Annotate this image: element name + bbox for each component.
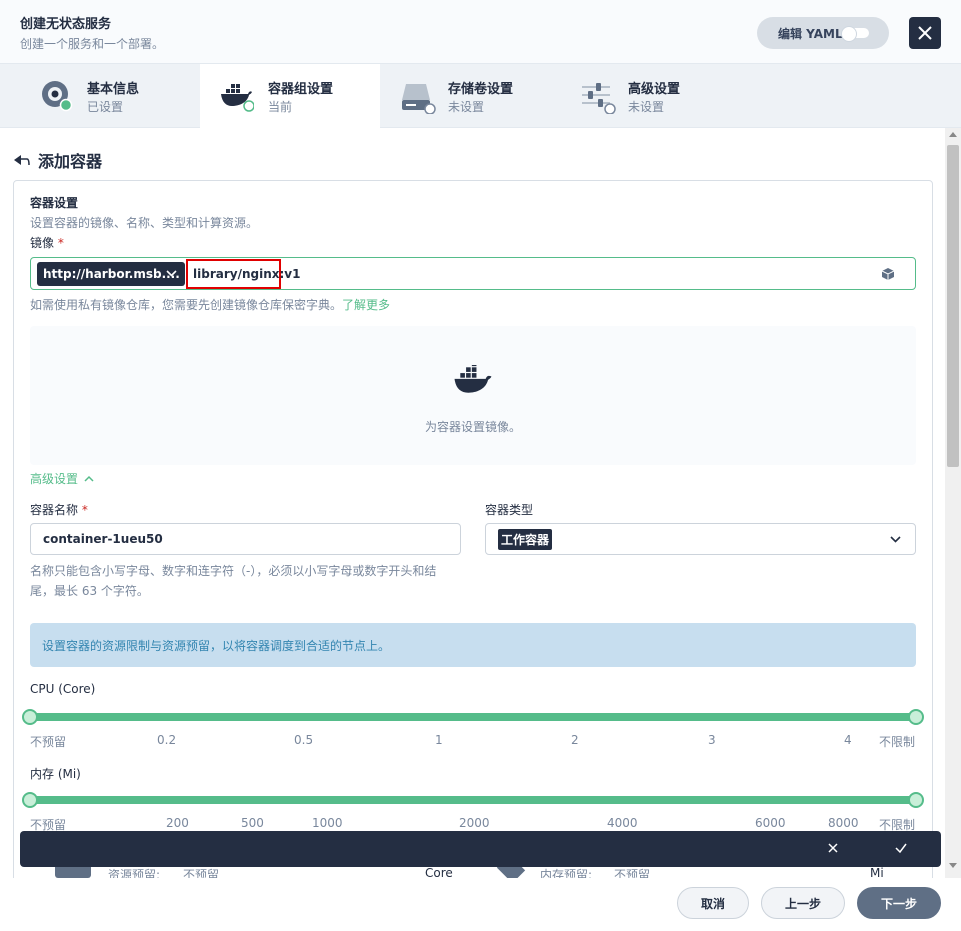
cpu-tick: 0.2 <box>157 733 177 747</box>
page-title: 添加容器 <box>38 152 103 171</box>
step-container-group[interactable]: 容器组设置 当前 <box>200 64 380 128</box>
step-volume[interactable]: 存储卷设置 未设置 <box>380 64 560 128</box>
name-label-text: 容器名称 <box>30 503 79 517</box>
edit-yaml-label: 编辑 YAML <box>778 26 843 41</box>
scroll-down-arrow-icon[interactable] <box>949 863 957 868</box>
section-description: 设置容器的镜像、名称、类型和计算资源。 <box>30 216 259 230</box>
memory-tick: 1000 <box>312 816 343 830</box>
step-status: 未设置 <box>448 100 485 114</box>
learn-more-link[interactable]: 了解更多 <box>342 298 390 312</box>
edit-yaml-toggle[interactable]: 编辑 YAML <box>757 17 889 49</box>
cpu-slider-max-handle[interactable] <box>908 709 924 725</box>
previous-button[interactable]: 上一步 <box>761 887 845 919</box>
memory-tick: 8000 <box>828 816 859 830</box>
cancel-button[interactable]: 取消 <box>677 887 749 919</box>
back-arrow-icon <box>14 155 30 166</box>
resource-info-banner: 设置容器的资源限制与资源预留，以将容器调度到合适的节点上。 <box>30 623 916 667</box>
docker-icon <box>221 84 254 112</box>
empty-hint: 为容器设置镜像。 <box>424 420 521 434</box>
cpu-tick: 4 <box>844 733 852 747</box>
toggle-switch-icon <box>841 26 869 42</box>
cancel-icon[interactable] <box>826 841 840 855</box>
required-asterisk: * <box>57 236 64 250</box>
cpu-tick: 不预留 <box>30 735 67 749</box>
chevron-down-icon <box>166 270 177 277</box>
close-icon <box>918 26 932 40</box>
memory-tick: 6000 <box>755 816 786 830</box>
memory-slider-track[interactable] <box>30 796 916 804</box>
cpu-label: CPU (Core) <box>30 682 96 696</box>
required-asterisk: * <box>81 503 88 517</box>
private-hint-text: 如需使用私有镜像仓库，您需要先创建镜像仓库保密字典。 <box>30 298 343 312</box>
chevron-up-icon <box>84 475 94 482</box>
cpu-tick: 0.5 <box>294 733 314 747</box>
advanced-label: 高级设置 <box>30 472 79 486</box>
step-label: 基本信息 <box>87 82 140 97</box>
modal-title: 创建无状态服务 <box>20 17 112 32</box>
close-button[interactable] <box>909 17 941 49</box>
step-basic-info[interactable]: 基本信息 已设置 <box>0 64 180 128</box>
registry-select[interactable]: http://harbor.msb.... <box>37 262 185 286</box>
memory-tick: 500 <box>241 816 264 830</box>
info-gear-icon <box>42 81 73 112</box>
container-type-value: 工作容器 <box>498 528 553 550</box>
image-label: 镜像 * <box>30 234 64 251</box>
cpu-tick: 2 <box>571 733 579 747</box>
registry-value: http://harbor.msb.... <box>43 267 180 281</box>
image-label-text: 镜像 <box>30 236 55 250</box>
memory-tick: 2000 <box>459 816 490 830</box>
image-empty-state: 为容器设置镜像。 <box>30 326 916 465</box>
scrollbar-thumb[interactable] <box>947 145 959 467</box>
chevron-down-icon <box>890 536 901 543</box>
modal-footer: 取消 上一步 下一步 <box>0 878 961 931</box>
step-label: 容器组设置 <box>268 82 334 97</box>
modal-description: 创建一个服务和一个部署。 <box>20 37 165 51</box>
name-hint-line-1: 名称只能包含小写字母、数字和连字符（-），必须以小写字母或数字开头和结 <box>30 564 437 578</box>
modal-header: 创建无状态服务 创建一个服务和一个部署。 编辑 YAML <box>0 0 961 64</box>
docker-icon <box>454 365 492 393</box>
check-icon[interactable] <box>894 841 908 855</box>
container-name-input[interactable]: container-1ueu50 <box>30 523 461 555</box>
create-service-modal: 创建无状态服务 创建一个服务和一个部署。 编辑 YAML 基本信息 已设置 容器… <box>0 0 961 931</box>
section-title: 容器设置 <box>30 196 79 210</box>
back-button[interactable]: 添加容器 <box>14 148 102 172</box>
disk-icon <box>402 84 436 114</box>
step-status: 当前 <box>268 100 293 114</box>
step-status: 已设置 <box>87 100 124 114</box>
cpu-slider-min-handle[interactable] <box>22 709 38 725</box>
main-content: 添加容器 容器设置 设置容器的镜像、名称、类型和计算资源。 镜像 * http:… <box>0 128 961 878</box>
cpu-tick: 1 <box>435 733 443 747</box>
container-confirm-bar <box>20 831 941 867</box>
container-name-label: 容器名称 * <box>30 501 88 518</box>
memory-slider-max-handle[interactable] <box>908 792 924 808</box>
cpu-slider-track[interactable] <box>30 713 916 721</box>
step-status: 未设置 <box>628 100 665 114</box>
cube-icon[interactable] <box>881 267 895 281</box>
advanced-settings-toggle[interactable]: 高级设置 <box>30 470 94 487</box>
memory-label: 内存 (Mi) <box>30 767 81 781</box>
image-input-group: http://harbor.msb.... library/nginx:v1 <box>30 257 916 290</box>
container-type-label: 容器类型 <box>485 503 534 517</box>
name-hint-line-2: 尾，最长 63 个字符。 <box>30 584 149 598</box>
sliders-icon <box>582 83 616 114</box>
cpu-tick: 不限制 <box>879 735 916 749</box>
cpu-tick: 3 <box>708 733 716 747</box>
next-button[interactable]: 下一步 <box>857 887 941 919</box>
container-type-select[interactable]: 工作容器 <box>485 523 916 555</box>
memory-tick: 4000 <box>607 816 638 830</box>
step-label: 存储卷设置 <box>448 82 514 97</box>
container-name-hint: 名称只能包含小写字母、数字和连字符（-），必须以小写字母或数字开头和结 尾，最长… <box>30 561 436 601</box>
scroll-up-arrow-icon[interactable] <box>949 132 957 137</box>
step-label: 高级设置 <box>628 82 681 97</box>
content-scrollbar[interactable] <box>945 128 961 878</box>
image-name-input[interactable]: library/nginx:v1 <box>186 259 300 289</box>
step-advanced[interactable]: 高级设置 未设置 <box>560 64 740 128</box>
memory-tick: 200 <box>166 816 189 830</box>
image-name-value: library/nginx:v1 <box>193 267 301 281</box>
memory-slider-min-handle[interactable] <box>22 792 38 808</box>
step-tabs: 基本信息 已设置 容器组设置 当前 存储卷设置 未设置 高级设置 未设置 <box>0 64 961 128</box>
private-registry-hint: 如需使用私有镜像仓库，您需要先创建镜像仓库保密字典。了解更多 <box>30 296 390 313</box>
